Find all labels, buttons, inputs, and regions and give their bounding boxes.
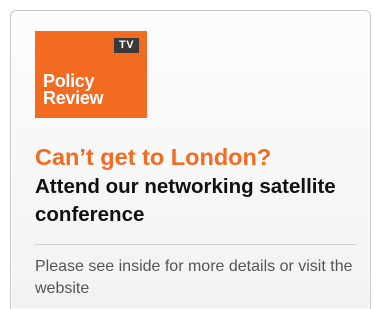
details-text: Please see inside for more details or vi… — [35, 258, 353, 297]
tv-badge: TV — [114, 38, 139, 53]
policy-review-tv-logo: TV Policy Review — [35, 31, 147, 118]
logo-text-review: Review — [43, 88, 104, 108]
headline: Can’t get to London? — [35, 144, 272, 170]
promo-card: TV Policy Review Can’t get to London? At… — [10, 10, 371, 309]
divider — [35, 244, 356, 245]
subheadline: Attend our networking satellite conferen… — [35, 175, 336, 226]
